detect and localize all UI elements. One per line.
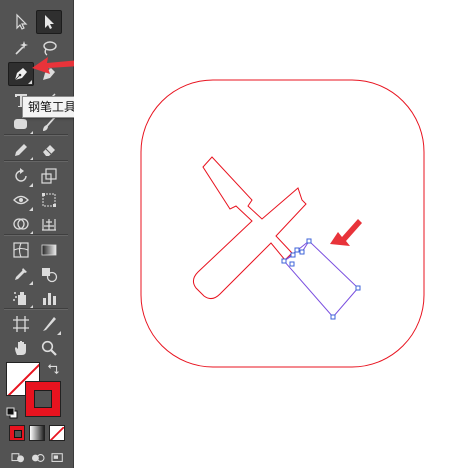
stroke-swatch-hole xyxy=(34,390,52,408)
width-icon xyxy=(13,195,29,205)
screwdriver-wrench-outline[interactable] xyxy=(192,156,307,300)
anchor-point[interactable] xyxy=(299,249,305,255)
swap-fill-stroke-button[interactable] xyxy=(46,362,62,376)
pencil-icon xyxy=(15,144,27,156)
graph-tool[interactable] xyxy=(36,212,62,236)
scale-tool[interactable] xyxy=(36,164,62,188)
symbol-sprayer-tool[interactable] xyxy=(8,286,34,310)
tool-group-indicator xyxy=(57,331,61,335)
tools-separator xyxy=(4,134,68,136)
annotation-arrow-to-selection xyxy=(330,219,362,246)
tool-group-indicator xyxy=(28,80,32,84)
screen-mode-icon xyxy=(51,453,63,462)
pencil-tool[interactable] xyxy=(8,138,34,162)
artboard-icon xyxy=(13,316,29,332)
mesh-tool[interactable] xyxy=(8,238,34,262)
direct-selection-tool[interactable] xyxy=(36,10,62,34)
anchor-point[interactable] xyxy=(306,238,312,244)
swap-arrows-icon xyxy=(48,363,60,375)
rotate-tool[interactable] xyxy=(8,164,34,188)
draw-behind-button[interactable] xyxy=(30,451,46,465)
artboard-canvas[interactable] xyxy=(74,0,466,468)
slice-knife-icon xyxy=(43,317,56,331)
default-colors-icon xyxy=(6,407,18,419)
anchor-point[interactable] xyxy=(294,247,300,253)
draw-normal-button[interactable] xyxy=(10,451,26,465)
eyedropper-tool[interactable] xyxy=(8,262,34,286)
hand-tool[interactable] xyxy=(8,336,34,360)
scale-icon xyxy=(41,168,57,184)
draw-behind-icon xyxy=(32,454,45,462)
perspective-grid-icon xyxy=(42,219,56,231)
symbol-sprayer-icon xyxy=(13,292,26,305)
draw-mode-icon xyxy=(11,453,24,463)
magnifier-icon xyxy=(41,340,57,356)
column-graph-tool[interactable] xyxy=(36,286,62,310)
direct-selection-arrow-icon xyxy=(45,15,54,29)
mesh-icon xyxy=(13,242,29,258)
tool-group-indicator xyxy=(29,207,33,211)
width-tool[interactable] xyxy=(8,188,34,212)
color-mode-button[interactable] xyxy=(9,425,25,441)
none-mode-button[interactable] xyxy=(49,425,65,441)
anchor-point[interactable] xyxy=(290,252,296,258)
default-fill-stroke-button[interactable] xyxy=(6,404,18,419)
none-slash-icon xyxy=(50,426,64,440)
stroke-color-swatch[interactable] xyxy=(25,381,61,417)
eraser-icon xyxy=(43,145,55,156)
free-transform-icon xyxy=(42,193,56,207)
rotate-icon xyxy=(15,168,27,182)
artboard-tool[interactable] xyxy=(8,312,34,336)
gradient-mode-button[interactable] xyxy=(29,425,45,441)
anchor-point[interactable] xyxy=(330,314,336,320)
tools-separator xyxy=(4,234,68,236)
eraser-tool[interactable] xyxy=(36,138,62,162)
tools-separator xyxy=(4,308,68,310)
eyedropper-icon xyxy=(15,268,27,280)
free-transform-tool[interactable] xyxy=(36,188,62,212)
selection-arrow-icon xyxy=(16,13,28,30)
artwork-layer[interactable] xyxy=(74,0,466,468)
anchor-point[interactable] xyxy=(355,285,361,291)
slice-tool[interactable] xyxy=(36,312,62,336)
anchor-point[interactable] xyxy=(281,258,287,264)
tools-separator xyxy=(4,160,68,162)
hand-icon xyxy=(15,341,26,355)
shape-builder-tool[interactable] xyxy=(8,212,34,236)
zoom-tool[interactable] xyxy=(36,336,62,360)
magic-wand-icon xyxy=(15,41,28,55)
blend-icon xyxy=(42,268,58,283)
gradient-tool[interactable] xyxy=(36,238,62,262)
tool-group-indicator xyxy=(29,183,33,187)
screen-mode-button[interactable] xyxy=(50,451,66,465)
rounded-square-frame[interactable] xyxy=(140,79,425,368)
column-graph-icon xyxy=(43,293,56,305)
selection-tool[interactable] xyxy=(8,10,34,34)
color-mode-inner xyxy=(14,430,22,438)
anchor-point[interactable] xyxy=(289,261,295,267)
shape-builder-icon xyxy=(13,218,29,230)
blend-tool[interactable] xyxy=(36,262,62,286)
tool-group-indicator xyxy=(29,281,33,285)
gradient-icon xyxy=(41,244,57,256)
